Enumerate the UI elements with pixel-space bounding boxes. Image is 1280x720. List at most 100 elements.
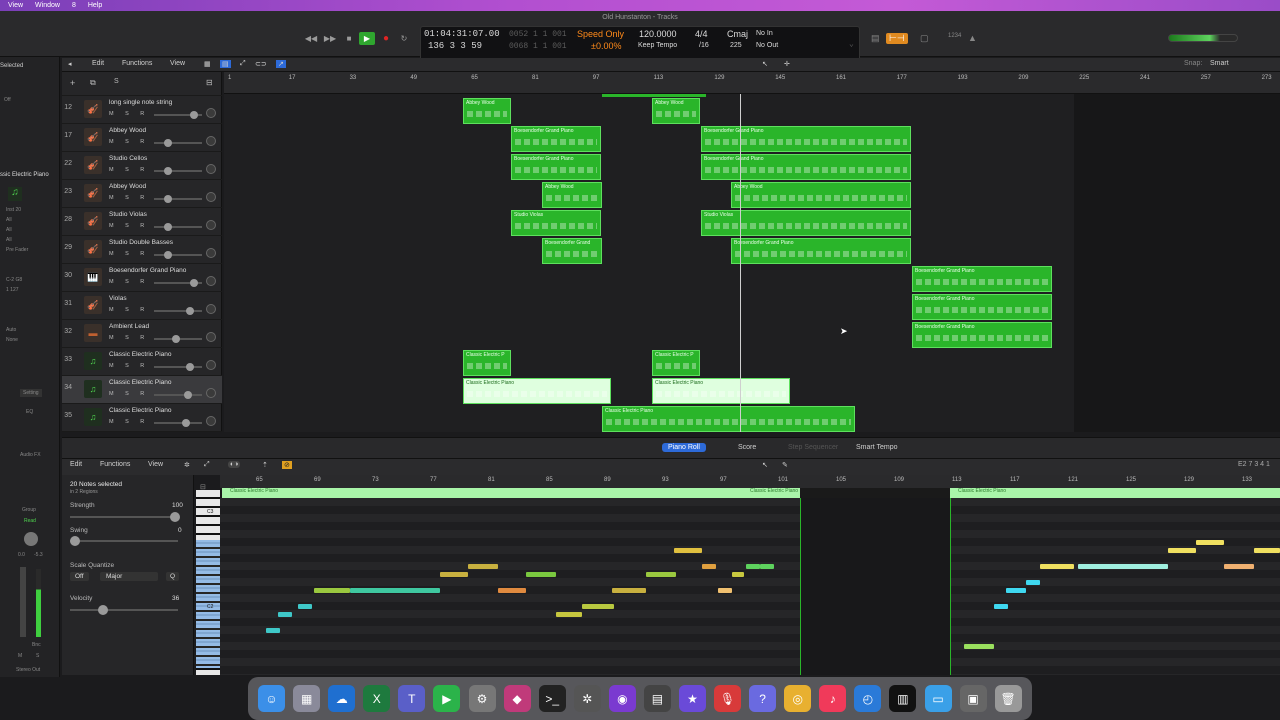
viola-icon[interactable]: 🎻 — [84, 296, 102, 314]
track-volume-fader[interactable] — [154, 223, 202, 231]
track-header[interactable]: 12 🎻 long single note string M S R — [62, 96, 222, 124]
finder-icon[interactable]: ☺ — [258, 685, 286, 712]
automation-read-button[interactable]: Read — [24, 518, 36, 524]
midi-region[interactable]: Boesendorfer Grand Piano — [511, 126, 601, 152]
midi-region[interactable]: Boesendorfer Grand Piano — [701, 154, 911, 180]
list-editors-icon[interactable]: ▤ — [871, 33, 880, 44]
piano-icon[interactable]: 🎹 — [84, 268, 102, 286]
midi-note[interactable] — [1168, 548, 1196, 553]
track-mute-solo-record[interactable]: M S R — [109, 251, 149, 257]
midi-note[interactable] — [468, 564, 498, 569]
track-mute-solo-record[interactable]: M S R — [109, 167, 149, 173]
strength-slider[interactable] — [70, 512, 180, 522]
tracks-edit-menu[interactable]: Edit — [92, 60, 104, 67]
midi-note[interactable] — [760, 564, 774, 569]
midi-region[interactable]: Classic Electric Piano — [463, 378, 611, 404]
menu-8[interactable]: 8 — [72, 2, 76, 9]
track-pan-knob[interactable] — [206, 332, 216, 342]
cycle-icon[interactable]: ↻ — [397, 33, 411, 44]
teams-icon[interactable]: T — [398, 685, 426, 712]
bass-icon[interactable]: 🎻 — [84, 240, 102, 258]
duplicate-track-icon[interactable]: ⧉ — [90, 78, 96, 88]
solo-button[interactable]: S — [36, 653, 39, 659]
strength-value[interactable]: 100 — [172, 502, 183, 509]
midi-region[interactable]: Abbey Wood — [731, 182, 911, 208]
lcd-signature[interactable]: 4/4 — [695, 29, 708, 39]
scale-mode-dropdown[interactable]: Major — [100, 572, 158, 581]
track-name[interactable]: Classic Electric Piano — [109, 351, 172, 358]
violin-icon[interactable]: 🎻 — [84, 184, 102, 202]
track-name[interactable]: Boesendorfer Grand Piano — [109, 267, 186, 274]
velocity-slider[interactable] — [70, 605, 178, 615]
eq-button[interactable]: EQ — [26, 409, 33, 415]
help-icon[interactable]: ? — [749, 685, 777, 712]
track-pan-knob[interactable] — [206, 136, 216, 146]
note-icon[interactable]: ♫ — [84, 352, 102, 370]
midi-note[interactable] — [732, 572, 744, 577]
record-button[interactable]: ● — [379, 33, 393, 44]
track-pan-knob[interactable] — [206, 220, 216, 230]
piano-roll-ruler[interactable]: 65 69 73 77 81 85 89 93 97 101 105 109 113 117 121 125 1… — [220, 475, 1280, 488]
pan-knob[interactable] — [24, 532, 38, 546]
logic-pro-icon[interactable]: ▥ — [889, 685, 917, 712]
midi-note[interactable] — [526, 572, 556, 577]
midi-draw-icon[interactable]: ◐◑ — [228, 461, 241, 468]
track-volume-fader[interactable] — [154, 195, 202, 203]
launchpad-icon[interactable]: ▦ — [293, 685, 321, 712]
track-volume-fader[interactable] — [154, 363, 202, 371]
arrange-area[interactable]: Abbey Wood Abbey Wood Boesendorfer Grand P… — [224, 94, 1280, 432]
editor-view-menu[interactable]: View — [148, 461, 163, 468]
track-name[interactable]: Studio Cellos — [109, 155, 147, 162]
playhead[interactable] — [740, 94, 741, 432]
track-volume-fader[interactable] — [154, 419, 202, 427]
track-volume-fader[interactable] — [154, 307, 202, 315]
midi-note[interactable] — [746, 564, 760, 569]
track-mute-solo-record[interactable]: M S R — [109, 363, 149, 369]
track-volume-fader[interactable] — [154, 279, 202, 287]
midi-note[interactable] — [1006, 588, 1026, 593]
midi-region[interactable]: Studio Violas — [511, 210, 601, 236]
lcd-speed-mode[interactable]: Speed Only — [577, 29, 624, 39]
velocity-value[interactable]: 36 — [172, 595, 179, 602]
midi-in-icon[interactable]: ✲ — [184, 461, 190, 469]
menu-help[interactable]: Help — [88, 2, 102, 9]
imovie-icon[interactable]: ★ — [678, 685, 706, 712]
midi-note[interactable] — [582, 604, 614, 609]
track-mute-solo-record[interactable]: M S R — [109, 195, 149, 201]
midi-note[interactable] — [498, 588, 526, 593]
flex-icon[interactable]: ⤢ — [240, 60, 246, 68]
midi-region[interactable]: Classic Electric P — [463, 350, 511, 376]
snap-dropdown[interactable]: Smart — [1210, 60, 1229, 67]
midi-region[interactable]: Classic Electric Piano — [602, 406, 855, 432]
compressor-icon[interactable]: ✲ — [573, 685, 601, 712]
lcd-dropdown-icon[interactable]: ⌄ — [849, 39, 854, 49]
folder-icon[interactable]: ▭ — [924, 685, 952, 712]
track-pan-knob[interactable] — [206, 360, 216, 370]
track-pan-knob[interactable] — [206, 192, 216, 202]
midi-region[interactable]: Classic Electric Piano — [652, 378, 790, 404]
shortcuts-icon[interactable]: ◆ — [503, 685, 531, 712]
track-mute-solo-record[interactable]: M S R — [109, 223, 149, 229]
midi-region[interactable]: Boesendorfer Grand — [542, 238, 602, 264]
lcd-key[interactable]: Cmaj — [727, 29, 748, 39]
facetime-icon[interactable]: ▶ — [433, 685, 461, 712]
midi-note[interactable] — [1026, 580, 1040, 585]
track-pan-knob[interactable] — [206, 304, 216, 314]
midi-note[interactable] — [1254, 548, 1280, 553]
system-settings-icon[interactable]: ⚙ — [468, 685, 496, 712]
track-pan-knob[interactable] — [206, 276, 216, 286]
midi-note[interactable] — [994, 604, 1008, 609]
track-volume-fader[interactable] — [154, 111, 202, 119]
track-header[interactable]: 23 🎻 Abbey Wood M S R — [62, 180, 222, 208]
swing-value[interactable]: 0 — [178, 527, 182, 534]
cycle-bar[interactable] — [602, 94, 706, 97]
group-button[interactable]: Group — [22, 507, 36, 513]
note-icon[interactable]: ♫ — [84, 380, 102, 398]
track-pan-knob[interactable] — [206, 388, 216, 398]
menu-window[interactable]: Window — [35, 2, 60, 9]
trash-icon[interactable]: 🗑 — [994, 685, 1022, 712]
midi-region[interactable]: Boesendorfer Grand Piano — [912, 294, 1052, 320]
viola-icon[interactable]: 🎻 — [84, 212, 102, 230]
midi-note[interactable] — [556, 612, 582, 617]
track-name[interactable]: Ambient Lead — [109, 323, 149, 330]
